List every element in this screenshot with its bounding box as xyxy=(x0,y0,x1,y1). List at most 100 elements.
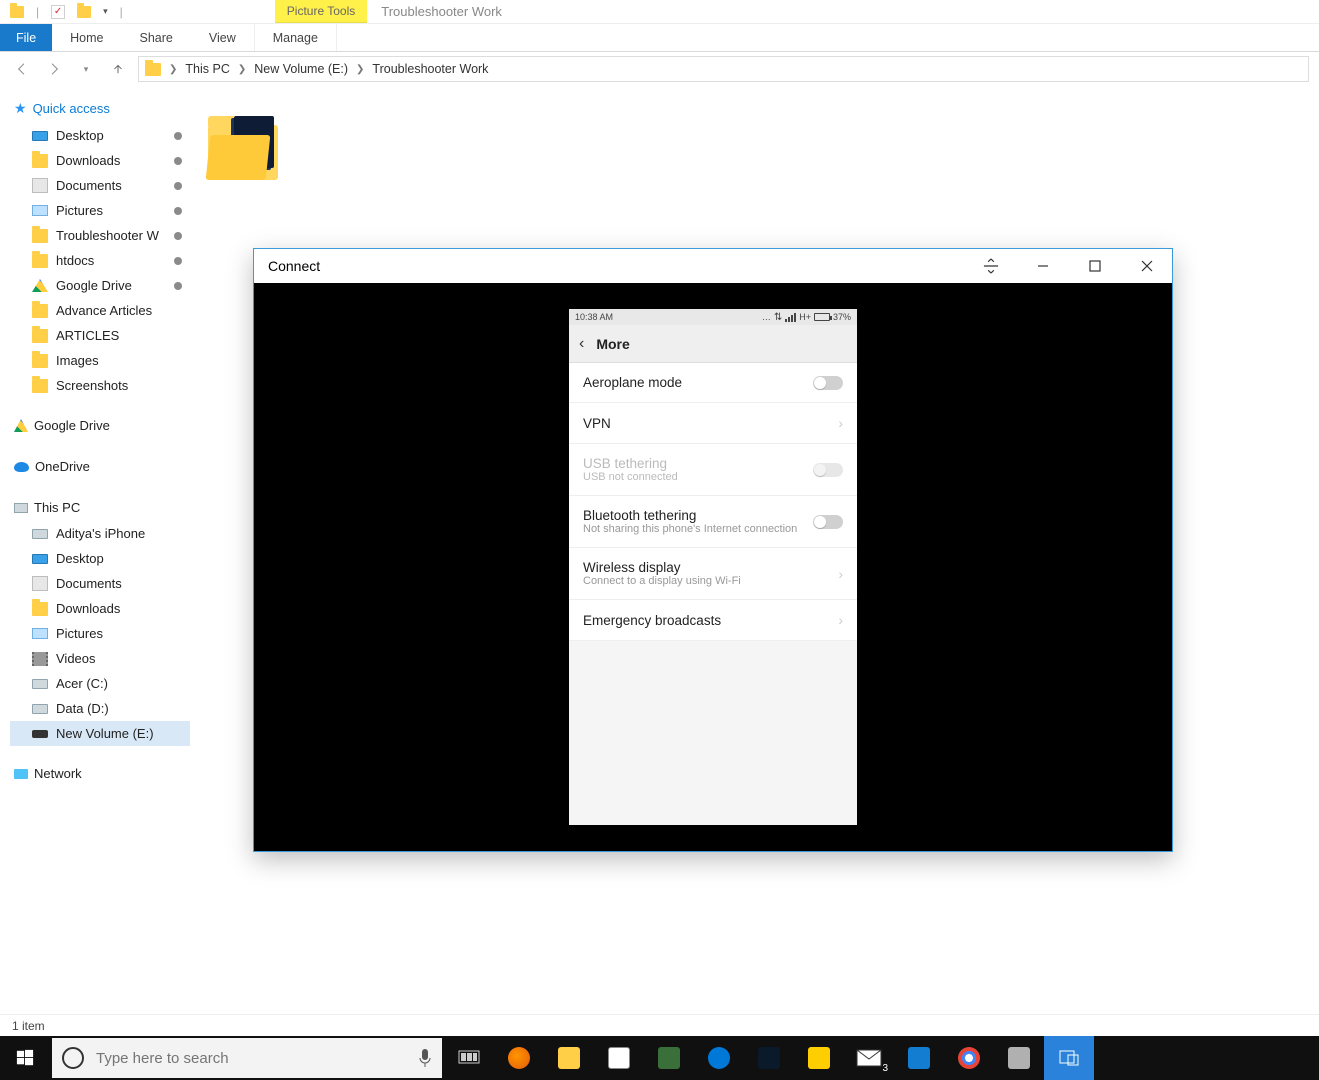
setting-aeroplane-mode[interactable]: Aeroplane mode xyxy=(569,363,857,403)
breadcrumb-item[interactable]: Troubleshooter Work xyxy=(372,62,488,76)
toggle-switch[interactable] xyxy=(813,515,843,529)
navigation-pane[interactable]: ★ Quick access DesktopDownloadsDocuments… xyxy=(0,86,190,1014)
setting-title: Aeroplane mode xyxy=(583,375,682,390)
taskbar-search[interactable] xyxy=(52,1038,442,1078)
pc-icon xyxy=(14,503,28,513)
tree-item[interactable]: htdocs xyxy=(10,248,190,273)
this-pc-label: This PC xyxy=(34,500,80,515)
tree-item[interactable]: Data (D:) xyxy=(10,696,190,721)
taskbar-app-generic2[interactable] xyxy=(894,1036,944,1080)
tree-item-label: Advance Articles xyxy=(56,303,152,318)
google-drive-icon xyxy=(14,419,28,432)
tree-item[interactable]: Acer (C:) xyxy=(10,671,190,696)
cortana-icon[interactable] xyxy=(62,1047,84,1069)
setting-vpn[interactable]: VPN › xyxy=(569,403,857,444)
nav-forward-button[interactable] xyxy=(42,57,66,81)
breadcrumb-root-icon[interactable] xyxy=(145,63,161,76)
this-pc-header[interactable]: This PC xyxy=(10,494,190,521)
setting-emergency-broadcasts[interactable]: Emergency broadcasts › xyxy=(569,600,857,641)
tree-item[interactable]: Advance Articles xyxy=(10,298,190,323)
back-button[interactable]: ‹ xyxy=(579,335,584,353)
taskbar-app-mail[interactable]: 3 xyxy=(844,1036,894,1080)
mic-icon[interactable] xyxy=(418,1048,432,1068)
pin-icon xyxy=(174,157,182,165)
taskbar-app-chrome[interactable] xyxy=(944,1036,994,1080)
nav-history-dropdown[interactable]: ▾ xyxy=(74,57,98,81)
taskbar-app-firefox[interactable] xyxy=(494,1036,544,1080)
battery-icon xyxy=(814,313,830,321)
more-indicator: … xyxy=(762,312,771,322)
tree-item[interactable]: Documents xyxy=(10,571,190,596)
task-view-button[interactable] xyxy=(444,1036,494,1080)
toggle-switch[interactable] xyxy=(813,376,843,390)
phone-mirror: 10:38 AM … ⇅ H+ 37% ‹ More Aeroplane mod… xyxy=(569,309,857,825)
tree-item-label: Desktop xyxy=(56,128,104,143)
taskbar-app-explorer[interactable] xyxy=(544,1036,594,1080)
taskbar-app-store[interactable] xyxy=(594,1036,644,1080)
tree-item[interactable]: Desktop xyxy=(10,123,190,148)
tab-share[interactable]: Share xyxy=(122,24,191,51)
taskbar-app-note[interactable] xyxy=(794,1036,844,1080)
quick-access-header[interactable]: ★ Quick access xyxy=(10,94,190,123)
tree-item-label: ARTICLES xyxy=(56,328,119,343)
tree-item[interactable]: Pictures xyxy=(10,621,190,646)
close-button[interactable] xyxy=(1132,255,1162,277)
setting-bluetooth-tethering[interactable]: Bluetooth tethering Not sharing this pho… xyxy=(569,496,857,548)
qat-dropdown-icon[interactable]: ▾ xyxy=(103,6,108,17)
minimize-button[interactable] xyxy=(1028,255,1058,277)
tree-item[interactable]: Downloads xyxy=(10,596,190,621)
tab-view[interactable]: View xyxy=(191,24,254,51)
tab-manage[interactable]: Manage xyxy=(254,24,337,51)
tab-file[interactable]: File xyxy=(0,24,52,51)
search-input[interactable] xyxy=(94,1049,408,1068)
folder-item[interactable] xyxy=(208,110,278,180)
ribbon-tabs: File Home Share View Manage xyxy=(0,24,1319,52)
tree-item[interactable]: Videos xyxy=(10,646,190,671)
qat-separator-2: | xyxy=(120,5,123,19)
tree-item[interactable]: Images xyxy=(10,348,190,373)
taskbar-app-kodi[interactable] xyxy=(744,1036,794,1080)
taskbar-app-edge[interactable] xyxy=(694,1036,744,1080)
tree-item-label: Troubleshooter W xyxy=(56,228,159,243)
tree-item[interactable]: Aditya's iPhone xyxy=(10,521,190,546)
tree-item[interactable]: Documents xyxy=(10,173,190,198)
taskbar-app-generic3[interactable] xyxy=(994,1036,1044,1080)
tree-item-label: Data (D:) xyxy=(56,701,109,716)
open-folder-icon[interactable] xyxy=(77,6,91,18)
tree-item[interactable]: ARTICLES xyxy=(10,323,190,348)
desk-icon xyxy=(32,554,48,564)
onedrive-root[interactable]: OneDrive xyxy=(10,453,190,480)
nav-up-button[interactable] xyxy=(106,57,130,81)
folder-icon[interactable] xyxy=(10,6,24,18)
connect-title-bar[interactable]: Connect xyxy=(254,249,1172,283)
taskbar-app-generic1[interactable] xyxy=(644,1036,694,1080)
tree-item[interactable]: New Volume (E:) xyxy=(10,721,190,746)
setting-title: VPN xyxy=(583,416,611,431)
google-drive-root[interactable]: Google Drive xyxy=(10,412,190,439)
maximize-button[interactable] xyxy=(1080,255,1110,277)
setting-wireless-display[interactable]: Wireless display Connect to a display us… xyxy=(569,548,857,600)
chevron-right-icon[interactable]: ❯ xyxy=(238,64,246,75)
pic-icon xyxy=(32,205,48,216)
connect-window[interactable]: Connect 10:38 AM … ⇅ H xyxy=(253,248,1173,852)
expand-icon[interactable] xyxy=(976,255,1006,277)
breadcrumb-item[interactable]: This PC xyxy=(185,62,229,76)
tree-item[interactable]: Downloads xyxy=(10,148,190,173)
tree-item[interactable]: Troubleshooter W xyxy=(10,223,190,248)
address-bar[interactable]: ❯ This PC ❯ New Volume (E:) ❯ Troublesho… xyxy=(138,56,1309,82)
doc-icon xyxy=(32,576,48,591)
tab-home[interactable]: Home xyxy=(52,24,121,51)
network-root[interactable]: Network xyxy=(10,760,190,787)
start-button[interactable] xyxy=(0,1036,50,1080)
tree-item[interactable]: Desktop xyxy=(10,546,190,571)
tree-item[interactable]: Pictures xyxy=(10,198,190,223)
tree-item-label: Images xyxy=(56,353,99,368)
nav-back-button[interactable] xyxy=(10,57,34,81)
properties-icon[interactable]: ✓ xyxy=(51,5,65,19)
chevron-right-icon[interactable]: ❯ xyxy=(169,64,177,75)
taskbar-app-connect[interactable] xyxy=(1044,1036,1094,1080)
tree-item[interactable]: Google Drive xyxy=(10,273,190,298)
tree-item[interactable]: Screenshots xyxy=(10,373,190,398)
chevron-right-icon[interactable]: ❯ xyxy=(356,64,364,75)
breadcrumb-item[interactable]: New Volume (E:) xyxy=(254,62,348,76)
